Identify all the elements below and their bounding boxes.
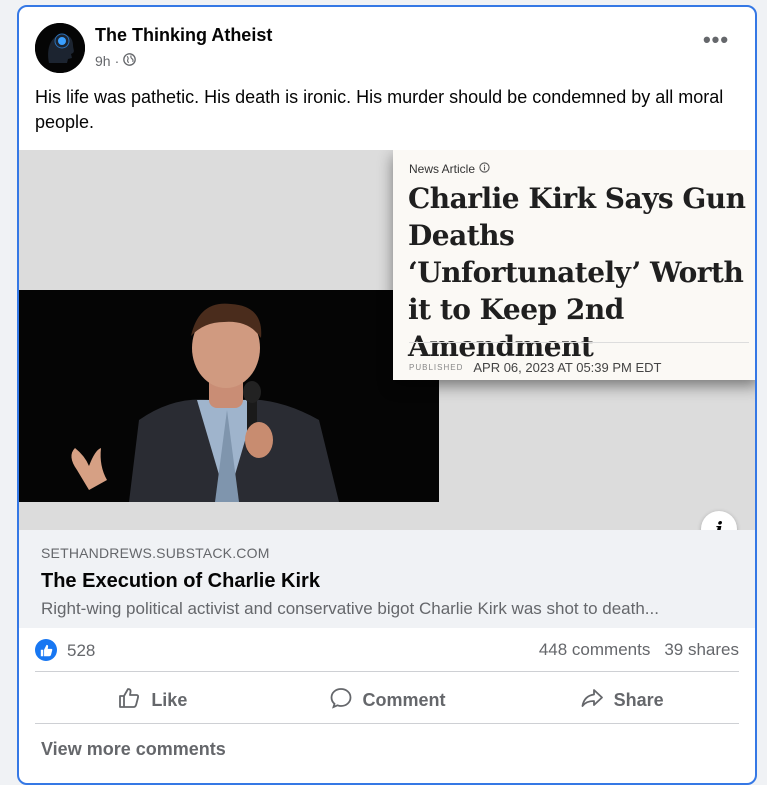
comment-count[interactable]: 448 comments: [539, 640, 651, 660]
article-screenshot: News Article Charlie Kirk Says Gun Death…: [393, 150, 755, 380]
article-kicker: News Article: [409, 162, 490, 176]
share-button[interactable]: Share: [504, 675, 739, 725]
post-header: The Thinking Atheist 9h · •••: [35, 23, 739, 75]
link-title[interactable]: The Execution of Charlie Kirk: [41, 570, 320, 593]
action-bar: Like Comment Share: [35, 675, 739, 725]
info-circle-icon: [479, 162, 490, 176]
comment-button[interactable]: Comment: [270, 675, 505, 725]
reactions-divider: [35, 671, 739, 672]
article-headline: Charlie Kirk Says Gun Deaths ‘Unfortunat…: [408, 182, 746, 363]
comment-label: Comment: [362, 689, 446, 710]
post-text: His life was pathetic. His death is iron…: [35, 87, 724, 132]
meta-separator: ·: [114, 53, 120, 69]
speaker-photo: [19, 290, 439, 502]
thumbs-up-icon: [117, 686, 141, 715]
published-date: APR 06, 2023 AT 05:39 PM EDT: [473, 360, 662, 375]
share-label: Share: [613, 689, 664, 710]
share-arrow-icon: [580, 686, 604, 715]
post-meta: 9h ·: [95, 53, 137, 69]
actions-divider: [35, 723, 739, 724]
view-more-comments-link[interactable]: View more comments: [41, 739, 226, 760]
article-divider: [409, 342, 749, 343]
link-description: Right-wing political activist and conser…: [41, 599, 659, 618]
engagement-counts: 448 comments 39 shares: [539, 640, 739, 660]
article-kicker-label: News Article: [409, 162, 476, 176]
post-card: The Thinking Atheist 9h · ••• His life w…: [17, 5, 757, 785]
like-button[interactable]: Like: [35, 675, 270, 725]
globe-icon: [123, 53, 137, 69]
reactions-bar: 528 448 comments 39 shares: [35, 637, 739, 665]
post-time[interactable]: 9h: [95, 53, 111, 69]
link-preview[interactable]: SETHANDREWS.SUBSTACK.COM The Execution o…: [19, 530, 755, 628]
more-options-icon[interactable]: •••: [701, 29, 731, 53]
like-label: Like: [151, 689, 188, 710]
comment-bubble-icon: [329, 686, 353, 715]
link-domain: SETHANDREWS.SUBSTACK.COM: [41, 545, 270, 561]
page-avatar[interactable]: [35, 23, 85, 73]
like-count[interactable]: 528: [67, 641, 95, 661]
page-name[interactable]: The Thinking Atheist: [95, 25, 272, 46]
link-preview-image[interactable]: News Article Charlie Kirk Says Gun Death…: [19, 150, 755, 530]
article-published: PUBLISHED APR 06, 2023 AT 05:39 PM EDT: [409, 360, 661, 375]
published-label: PUBLISHED: [409, 363, 464, 372]
like-reaction-icon[interactable]: [35, 639, 57, 661]
share-count[interactable]: 39 shares: [664, 640, 739, 660]
